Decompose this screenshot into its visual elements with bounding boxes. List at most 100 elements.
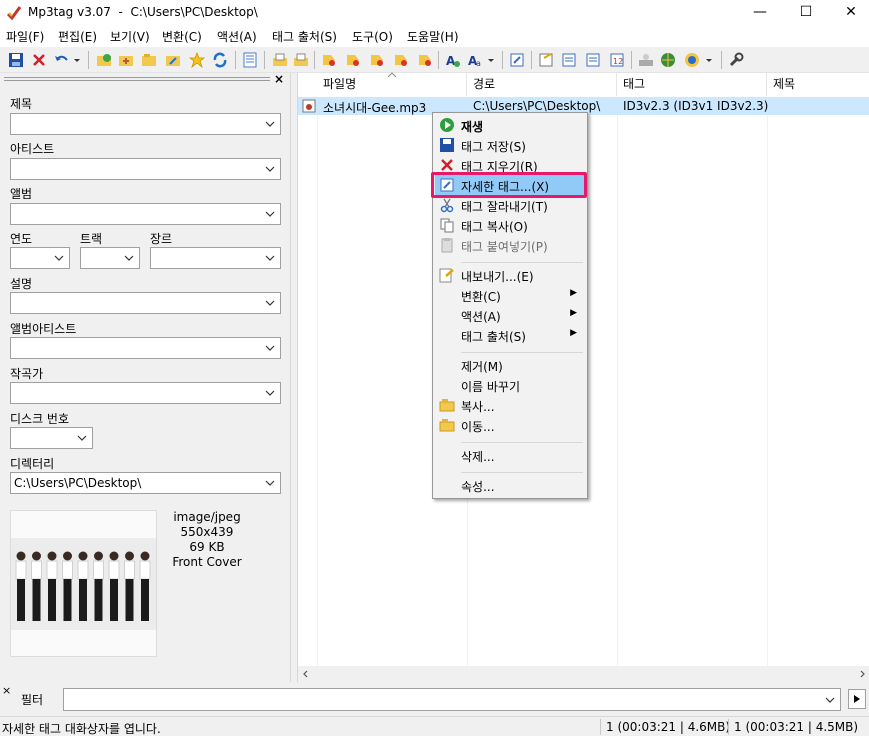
chevron-down-icon[interactable]: [263, 162, 277, 176]
favorite-directories-icon[interactable]: [141, 52, 157, 68]
composer-combo[interactable]: [10, 382, 281, 404]
menu-file[interactable]: 파일(F): [6, 28, 44, 45]
chevron-down-icon[interactable]: [263, 476, 277, 490]
chevron-down-icon[interactable]: [263, 296, 277, 310]
ctx-copy-tag[interactable]: 태그 복사(O): [435, 215, 585, 235]
genre-label: 장르: [150, 232, 173, 246]
chevron-down-icon[interactable]: [75, 431, 89, 445]
comment-combo[interactable]: [10, 292, 281, 314]
scissors-icon: [440, 198, 454, 213]
extended-tags-icon[interactable]: [509, 52, 525, 68]
filter-apply-button[interactable]: [848, 689, 866, 709]
close-button[interactable]: ✕: [828, 0, 869, 25]
menu-tag-sources[interactable]: 태그 출처(S): [272, 28, 337, 45]
ctx-tag-sources[interactable]: 태그 출처(S) ▶: [435, 325, 585, 345]
ctx-paste-tag[interactable]: 태그 붙여넣기(P): [435, 235, 585, 255]
filename-filename-icon[interactable]: [369, 52, 385, 68]
menu-edit[interactable]: 편집(E): [58, 28, 97, 45]
ctx-actions[interactable]: 액션(A) ▶: [435, 305, 585, 325]
directory-combo[interactable]: C:\Users\PC\Desktop\: [10, 472, 281, 494]
year-combo[interactable]: [10, 247, 70, 269]
case-dropdown-icon[interactable]: [486, 52, 496, 68]
text-file-tag-icon[interactable]: [393, 52, 409, 68]
column-title[interactable]: 제목: [767, 73, 869, 96]
options-wrench-icon[interactable]: [728, 52, 744, 68]
musicbrainz-icon[interactable]: [660, 52, 676, 68]
column-tag[interactable]: 태그: [617, 73, 767, 96]
menu-tools[interactable]: 도구(O): [352, 28, 393, 45]
chevron-down-icon[interactable]: [263, 341, 277, 355]
album-combo[interactable]: [10, 203, 281, 225]
menu-separator: [461, 442, 583, 443]
chevron-down-icon[interactable]: [52, 251, 66, 265]
cover-art[interactable]: [10, 510, 157, 657]
remove-tag-icon[interactable]: [31, 52, 47, 68]
star-icon[interactable]: [189, 52, 205, 68]
chevron-down-icon[interactable]: [122, 251, 136, 265]
chevron-down-icon[interactable]: [263, 251, 277, 265]
album-artist-combo[interactable]: [10, 337, 281, 359]
tag-filename-icon[interactable]: [321, 52, 337, 68]
panel-grip[interactable]: [4, 77, 270, 83]
folder-export-icon[interactable]: [293, 52, 309, 68]
html-export-icon[interactable]: [561, 52, 577, 68]
track-combo[interactable]: [80, 247, 140, 269]
ctx-rename[interactable]: 이름 바꾸기: [435, 375, 585, 395]
filter-input[interactable]: [63, 688, 841, 711]
ctx-cut-tag[interactable]: 태그 잘라내기(T): [435, 195, 585, 215]
cover-figure-shirt: [15, 560, 27, 580]
filter-close-icon[interactable]: ×: [2, 684, 11, 697]
minimize-button[interactable]: —: [737, 0, 783, 25]
chevron-down-icon[interactable]: [263, 207, 277, 221]
autonumbering-icon[interactable]: A: [445, 52, 461, 68]
artist-combo[interactable]: [10, 158, 281, 180]
change-directory-icon[interactable]: [96, 52, 112, 68]
tag-sources-dropdown-icon[interactable]: [704, 52, 714, 68]
undo-dropdown-icon[interactable]: [72, 52, 82, 68]
ctx-move[interactable]: 이동...: [435, 415, 585, 435]
csv-export-icon[interactable]: [585, 52, 601, 68]
chevron-down-icon[interactable]: [823, 693, 837, 707]
freedb-icon[interactable]: [638, 52, 654, 68]
cover-figure-shirt: [31, 560, 42, 580]
menu-convert[interactable]: 변환(C): [162, 28, 202, 45]
ctx-copy[interactable]: 복사...: [435, 395, 585, 415]
menu-view[interactable]: 보기(V): [110, 28, 150, 45]
ctx-remove[interactable]: 제거(M): [435, 355, 585, 375]
export-icon[interactable]: [272, 52, 288, 68]
panel-close-button[interactable]: ×: [274, 72, 284, 86]
select-all-icon[interactable]: [242, 52, 258, 68]
add-directory-icon[interactable]: [118, 52, 134, 68]
menu-actions[interactable]: 액션(A): [217, 28, 257, 45]
album-artist-label: 앨범아티스트: [10, 322, 77, 336]
discogs-icon[interactable]: [684, 52, 700, 68]
filename-tag-icon[interactable]: [345, 52, 361, 68]
export-list-icon[interactable]: [538, 52, 554, 68]
chevron-down-icon[interactable]: [263, 117, 277, 131]
tag-tag-icon[interactable]: [417, 52, 433, 68]
case-conversion-icon[interactable]: Aa: [467, 52, 483, 68]
scroll-left-icon[interactable]: [301, 669, 311, 679]
maximize-button[interactable]: ☐: [783, 0, 829, 25]
refresh-icon[interactable]: [212, 52, 228, 68]
playlist-icon[interactable]: [165, 52, 181, 68]
title-combo[interactable]: [10, 113, 281, 135]
ctx-play[interactable]: 재생: [435, 115, 585, 135]
ctx-save-tag[interactable]: 태그 저장(S): [435, 135, 585, 155]
ctx-convert[interactable]: 변환(C) ▶: [435, 285, 585, 305]
cover-info: image/jpeg 550x439 69 KB Front Cover: [160, 510, 254, 570]
ctx-export[interactable]: 내보내기...(E): [435, 265, 585, 285]
scroll-right-icon[interactable]: [857, 669, 867, 679]
cover-figure-legs: [94, 579, 103, 621]
ctx-delete[interactable]: 삭제...: [435, 445, 585, 465]
disc-number-combo[interactable]: [10, 427, 93, 449]
chevron-down-icon[interactable]: [263, 386, 277, 400]
ctx-properties[interactable]: 속성...: [435, 475, 585, 495]
horizontal-scrollbar[interactable]: [298, 666, 869, 682]
save-icon[interactable]: [8, 52, 24, 68]
menu-help[interactable]: 도움말(H): [407, 28, 459, 45]
undo-icon[interactable]: [53, 52, 69, 68]
column-path[interactable]: 경로: [467, 73, 617, 96]
numbering-icon[interactable]: 12: [609, 52, 625, 68]
genre-combo[interactable]: [150, 247, 281, 269]
